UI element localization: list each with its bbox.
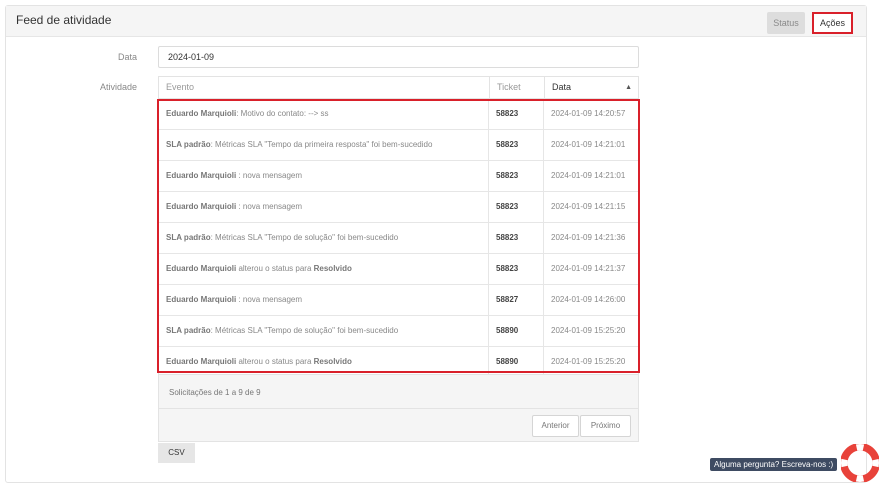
table-row: Eduardo Marquioli : nova mensagem 58823 20… <box>158 161 639 192</box>
table-row: Eduardo Marquioli : nova mensagem 58827 20… <box>158 285 639 316</box>
event-cell: SLA padrão: Métricas SLA "Tempo de soluç… <box>159 223 489 253</box>
event-text: alterou o status para <box>236 357 314 366</box>
table-row: Eduardo Marquioli: Motivo do contato: --… <box>158 99 639 130</box>
date-cell: 2024-01-09 15:25:20 <box>551 326 626 335</box>
ticket-cell[interactable]: 58827 <box>489 285 543 315</box>
event-text: alterou o status para <box>236 264 314 273</box>
event-cell: Eduardo Marquioli : nova mensagem <box>159 192 489 222</box>
ticket-cell[interactable]: 58823 <box>489 192 543 222</box>
ticket-cell[interactable]: 58823 <box>489 161 543 191</box>
event-cell: Eduardo Marquioli : nova mensagem <box>159 285 489 315</box>
date-cell: 2024-01-09 15:25:20 <box>551 357 626 366</box>
prev-page-button[interactable]: Anterior <box>532 415 579 437</box>
table-row: SLA padrão: Métricas SLA "Tempo de soluç… <box>158 223 639 254</box>
lifebuoy-icon[interactable] <box>841 444 879 482</box>
date-cell: 2024-01-09 14:21:37 <box>551 264 626 273</box>
event-text: : nova mensagem <box>236 202 303 211</box>
event-cell: Eduardo Marquioli alterou o status para … <box>159 254 489 284</box>
date-cell: 2024-01-09 14:21:01 <box>551 171 626 180</box>
event-actor[interactable]: Eduardo Marquioli <box>166 264 236 273</box>
column-header-evento[interactable]: Evento <box>159 77 489 98</box>
ticket-cell[interactable]: 58890 <box>489 316 543 346</box>
date-label: Data <box>117 52 137 62</box>
help-chat-label[interactable]: Alguma pergunta? Escreva-nos :) <box>710 458 838 471</box>
event-text: : Métricas SLA "Tempo de solução" foi be… <box>210 326 399 335</box>
event-text: : Métricas SLA "Tempo de solução" foi be… <box>210 233 399 242</box>
pagination: Anterior Próximo <box>158 409 639 442</box>
column-header-data[interactable]: Data ▲ <box>545 77 638 98</box>
event-status: Resolvido <box>313 357 352 366</box>
event-actor[interactable]: Eduardo Marquioli <box>166 295 236 304</box>
table-row: Eduardo Marquioli alterou o status para … <box>158 254 639 285</box>
panel-header: Feed de atividade Status Ações <box>6 6 866 37</box>
event-text: : nova mensagem <box>236 295 303 304</box>
event-actor[interactable]: Eduardo Marquioli <box>166 109 236 118</box>
summary-text: Solicitações de 1 a 9 de 9 <box>169 388 261 397</box>
ticket-cell[interactable]: 58823 <box>489 99 543 129</box>
event-status: Resolvido <box>313 264 352 273</box>
event-text: : Motivo do contato: --> ss <box>236 109 329 118</box>
ticket-cell[interactable]: 58890 <box>489 347 543 377</box>
date-cell: 2024-01-09 14:21:01 <box>551 140 626 149</box>
event-cell: SLA padrão: Métricas SLA "Tempo da prime… <box>159 130 489 160</box>
panel-title: Feed de atividade <box>16 13 112 27</box>
table-header: Evento Ticket Data ▲ <box>158 76 639 99</box>
caret-up-icon: ▲ <box>625 84 632 91</box>
column-header-ticket[interactable]: Ticket <box>490 77 544 98</box>
date-cell: 2024-01-09 14:26:00 <box>551 295 626 304</box>
event-text: : nova mensagem <box>236 171 303 180</box>
event-text: : Métricas SLA "Tempo da primeira respos… <box>210 140 433 149</box>
next-page-button[interactable]: Próximo <box>580 415 631 437</box>
table-row: SLA padrão: Métricas SLA "Tempo de soluç… <box>158 316 639 347</box>
ticket-cell[interactable]: 58823 <box>489 254 543 284</box>
event-cell: Eduardo Marquioli: Motivo do contato: --… <box>159 99 489 129</box>
date-cell: 2024-01-09 14:20:57 <box>551 109 626 118</box>
table-row: SLA padrão: Métricas SLA "Tempo da prime… <box>158 130 639 161</box>
table-summary: Solicitações de 1 a 9 de 9 <box>158 374 639 409</box>
event-actor[interactable]: SLA padrão <box>166 326 211 335</box>
event-actor[interactable]: Eduardo Marquioli <box>166 171 236 180</box>
date-cell: 2024-01-09 14:21:36 <box>551 233 626 242</box>
table-row: Eduardo Marquioli : nova mensagem 58823 20… <box>158 192 639 223</box>
date-input[interactable]: 2024-01-09 <box>158 46 639 68</box>
status-button[interactable]: Status <box>767 12 805 34</box>
event-cell: SLA padrão: Métricas SLA "Tempo de soluç… <box>159 316 489 346</box>
event-actor[interactable]: Eduardo Marquioli <box>166 357 236 366</box>
event-actor[interactable]: SLA padrão <box>166 140 211 149</box>
event-actor[interactable]: Eduardo Marquioli <box>166 202 236 211</box>
event-cell: Eduardo Marquioli alterou o status para … <box>159 347 489 377</box>
event-cell: Eduardo Marquioli : nova mensagem <box>159 161 489 191</box>
column-header-data-label: Data <box>552 82 572 92</box>
acoes-button[interactable]: Ações <box>812 12 853 34</box>
activity-label: Atividade <box>99 82 137 92</box>
ticket-cell[interactable]: 58823 <box>489 223 543 253</box>
csv-button[interactable]: CSV <box>158 443 195 463</box>
event-actor[interactable]: SLA padrão <box>166 233 211 242</box>
date-cell: 2024-01-09 14:21:15 <box>551 202 626 211</box>
ticket-cell[interactable]: 58823 <box>489 130 543 160</box>
